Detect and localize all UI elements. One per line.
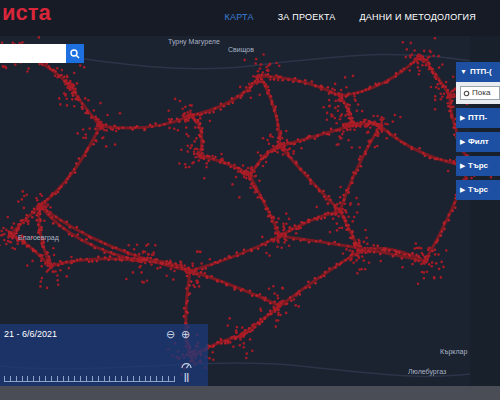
nav-item[interactable]: ДАННИ И МЕТОДОЛОГИЯ — [360, 11, 476, 25]
tick — [39, 376, 40, 381]
panel-section[interactable]: ▶ПТП- — [456, 108, 500, 128]
toggle-icon: ▶ — [460, 161, 465, 172]
section-title: Търс — [468, 160, 488, 172]
tick — [168, 376, 169, 381]
tick — [10, 376, 11, 381]
timeline-header: 21 - 6/6/2021 ⊖ ⊕ — [4, 328, 204, 342]
panel-section[interactable]: ▶Филт — [456, 132, 500, 152]
tick — [27, 376, 28, 381]
nav: КАРТА ЗА ПРОЕКТА ДАННИ И МЕТОДОЛОГИЯ — [224, 11, 476, 25]
toggle-icon: ▶ — [460, 137, 465, 148]
map-label: Турну Магуреле — [168, 38, 220, 45]
section-title: Филт — [468, 136, 489, 148]
search-icon — [70, 49, 80, 59]
tick — [104, 376, 105, 381]
tick — [63, 376, 64, 381]
tick — [127, 376, 128, 381]
section-body: Пока — [456, 82, 500, 104]
search-input[interactable] — [0, 44, 66, 63]
nav-item[interactable]: КАРТА — [224, 11, 253, 25]
tick — [174, 376, 175, 381]
search-bar — [0, 44, 84, 63]
controls: || — [181, 360, 204, 382]
toggle-icon: ▶ — [460, 113, 465, 124]
map[interactable]: Турну Магуреле Свищов Благоевград Люлебурга… — [0, 36, 500, 386]
tick — [16, 376, 17, 381]
map-label: Свищов — [228, 46, 254, 53]
header: иста КАРТА ЗА ПРОЕКТА ДАННИ И МЕТОДОЛОГИЯ — [0, 0, 500, 36]
toggle-icon: ▶ — [460, 185, 465, 196]
select-field[interactable]: Пока — [460, 86, 500, 100]
panel-section[interactable]: ▶Търс — [456, 156, 500, 176]
tick — [45, 376, 46, 381]
tick — [80, 376, 81, 381]
zoom-out-button[interactable]: ⊖ — [166, 329, 175, 340]
tick — [33, 376, 34, 381]
date-range: 21 - 6/6/2021 — [4, 328, 57, 342]
timeline[interactable]: 21 - 6/6/2021 ⊖ ⊕ || — [0, 324, 208, 386]
speedometer-icon — [181, 360, 192, 369]
tick — [109, 376, 110, 381]
panel-section[interactable]: ▼ПТП-( — [456, 62, 500, 82]
speed-button[interactable] — [181, 360, 192, 369]
tick — [92, 376, 93, 381]
bottom-strip — [0, 386, 500, 400]
tick — [121, 376, 122, 381]
tick — [51, 376, 52, 381]
nav-item[interactable]: ЗА ПРОЕКТА — [278, 11, 336, 25]
tick — [115, 376, 116, 381]
tick — [74, 376, 75, 381]
tick — [162, 376, 163, 381]
tick — [156, 376, 157, 381]
section-title: Търс — [468, 184, 488, 196]
tick — [145, 376, 146, 381]
tick — [57, 376, 58, 381]
tick — [98, 376, 99, 381]
map-label: Кърклар — [440, 348, 467, 355]
tick — [4, 376, 5, 381]
filter-panel: ▼ПТП-(Пока▶ПТП-▶Филт▶Търс▶Търс — [456, 62, 500, 200]
zoom-in-button[interactable]: ⊕ — [181, 329, 204, 340]
tick — [22, 376, 23, 381]
section-title: ПТП-( — [470, 66, 492, 78]
search-button[interactable] — [66, 44, 84, 63]
field-value: Пока — [472, 87, 490, 99]
gear-icon — [463, 90, 470, 97]
pause-button[interactable]: || — [184, 373, 189, 382]
toggle-icon: ▼ — [460, 67, 467, 78]
logo[interactable]: иста — [0, 2, 51, 24]
tick — [139, 376, 140, 381]
map-label: Люлебургаз — [408, 368, 446, 375]
section-title: ПТП- — [468, 112, 487, 124]
tick — [68, 376, 69, 381]
panel-section[interactable]: ▶Търс — [456, 180, 500, 200]
tick — [150, 376, 151, 381]
map-label: Благоевград — [18, 234, 59, 241]
timeline-body: || — [4, 342, 204, 383]
time-axis — [4, 368, 175, 382]
tick — [133, 376, 134, 381]
tick — [86, 376, 87, 381]
